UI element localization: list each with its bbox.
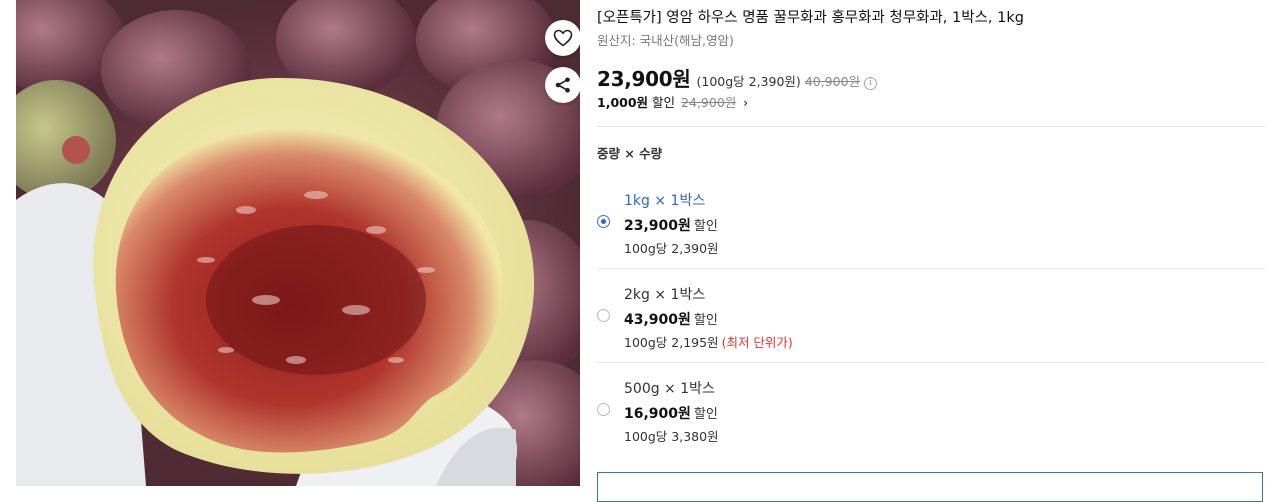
product-info: [오픈특가] 영암 하우스 명품 꿀무화과 홍무화과 청무화과, 1박스, 1k… bbox=[597, 0, 1265, 502]
product-origin: 원산지: 국내산(해남,영암) bbox=[597, 33, 734, 48]
product-title: [오픈특가] 영암 하우스 명품 꿀무화과 홍무화과 청무화과, 1박스, 1k… bbox=[597, 10, 1024, 26]
option-price: 43,900원 할인 bbox=[624, 309, 718, 329]
option-name: 1kg × 1박스 bbox=[624, 193, 706, 209]
discount-amount: 1,000원 bbox=[597, 95, 649, 110]
option-item-500g[interactable]: 500g × 1박스 16,900원 할인 100g당 3,380원 bbox=[597, 370, 1265, 462]
product-image[interactable] bbox=[16, 0, 580, 486]
sale-price: 23,900원 bbox=[597, 67, 691, 91]
option-unit-text: 100g당 2,195원 bbox=[624, 335, 719, 350]
option-radio[interactable] bbox=[597, 309, 610, 322]
price-row: 23,900원 (100g당 2,390원) 40,900원 i bbox=[597, 63, 878, 92]
share-button[interactable] bbox=[545, 67, 580, 103]
divider bbox=[597, 268, 1265, 269]
option-item-2kg[interactable]: 2kg × 1박스 43,900원 할인 100g당 2,195원 (최저 단위가) bbox=[597, 276, 1265, 368]
option-unit-text: 100g당 3,380원 bbox=[624, 429, 719, 444]
option-group-label: 중량 × 수량 bbox=[597, 146, 663, 161]
share-icon bbox=[555, 77, 570, 93]
divider bbox=[597, 126, 1265, 127]
best-unit-price-badge: (최저 단위가) bbox=[721, 335, 793, 350]
chevron-right-icon: › bbox=[743, 96, 749, 110]
wishlist-button[interactable] bbox=[545, 20, 580, 56]
fig-photo bbox=[16, 0, 580, 486]
option-radio[interactable] bbox=[597, 403, 610, 416]
option-discount-word: 할인 bbox=[693, 407, 718, 422]
option-radio[interactable] bbox=[597, 215, 610, 228]
option-price: 23,900원 할인 bbox=[624, 215, 718, 235]
option-discount-word: 할인 bbox=[693, 313, 718, 328]
option-unit-price: 100g당 2,195원 (최저 단위가) bbox=[624, 332, 793, 351]
option-unit-text: 100g당 2,390원 bbox=[624, 241, 719, 256]
discount-label: 할인 bbox=[652, 95, 676, 110]
option-item-1kg[interactable]: 1kg × 1박스 23,900원 할인 100g당 2,390원 bbox=[597, 182, 1265, 274]
next-section-box[interactable] bbox=[597, 472, 1263, 502]
heart-icon bbox=[553, 29, 573, 47]
option-price-value: 43,900원 bbox=[624, 312, 691, 328]
option-name: 500g × 1박스 bbox=[624, 381, 715, 397]
discount-original-price: 24,900원 bbox=[681, 95, 737, 110]
option-unit-price: 100g당 3,380원 bbox=[624, 426, 719, 445]
option-name: 2kg × 1박스 bbox=[624, 287, 706, 303]
original-price: 40,900원 bbox=[804, 74, 861, 89]
option-discount-word: 할인 bbox=[693, 219, 718, 234]
option-price-value: 16,900원 bbox=[624, 406, 691, 422]
option-unit-price: 100g당 2,390원 bbox=[624, 238, 719, 257]
unit-price: (100g당 2,390원) bbox=[696, 74, 801, 89]
option-price-value: 23,900원 bbox=[624, 218, 691, 234]
option-price: 16,900원 할인 bbox=[624, 403, 718, 423]
divider bbox=[597, 362, 1265, 363]
info-icon[interactable]: i bbox=[864, 77, 878, 90]
discount-link[interactable]: 1,000원 할인 24,900원 › bbox=[597, 92, 748, 111]
